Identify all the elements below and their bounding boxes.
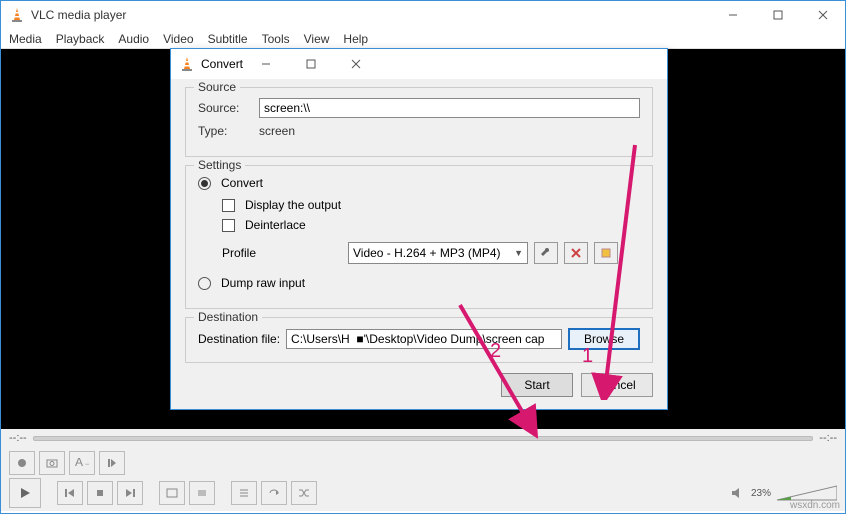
edit-profile-button[interactable] — [534, 242, 558, 264]
record-button[interactable] — [9, 451, 35, 475]
destination-file-input[interactable] — [286, 329, 562, 349]
snapshot-button[interactable] — [39, 451, 65, 475]
playlist-button[interactable] — [231, 481, 257, 505]
seek-track[interactable] — [33, 436, 814, 441]
speaker-icon[interactable] — [731, 486, 745, 500]
vlc-cone-icon — [179, 56, 195, 72]
dialog-titlebar: Convert — [171, 49, 667, 79]
dialog-title: Convert — [201, 57, 243, 71]
source-group-title: Source — [194, 80, 240, 94]
type-label: Type: — [198, 124, 253, 138]
loop-button[interactable] — [261, 481, 287, 505]
dialog-close-button[interactable] — [333, 50, 378, 78]
source-group: Source Source: Type: screen — [185, 87, 653, 157]
maximize-button[interactable] — [755, 1, 800, 29]
destination-group-title: Destination — [194, 310, 262, 324]
start-button[interactable]: Start — [501, 373, 573, 397]
main-window-controls — [710, 1, 845, 29]
dialog-maximize-button[interactable] — [288, 50, 333, 78]
display-output-label: Display the output — [245, 198, 341, 212]
type-value: screen — [259, 124, 295, 138]
time-total: --:-- — [819, 432, 837, 444]
prev-button[interactable] — [57, 481, 83, 505]
watermark: wsxdn.com — [790, 500, 840, 511]
new-profile-button[interactable] — [594, 242, 618, 264]
vlc-cone-icon — [9, 7, 25, 23]
controls: A→B 23% — [1, 447, 845, 511]
settings-group: Settings Convert Display the output Dein… — [185, 165, 653, 309]
volume-percent: 23% — [751, 488, 771, 499]
time-elapsed: --:-- — [9, 432, 27, 444]
delete-icon — [570, 247, 582, 259]
shuffle-button[interactable] — [291, 481, 317, 505]
frame-button[interactable] — [99, 451, 125, 475]
wrench-icon — [540, 247, 552, 259]
ext-settings-button[interactable] — [189, 481, 215, 505]
dump-radio-label: Dump raw input — [221, 276, 305, 290]
menu-audio[interactable]: Audio — [118, 32, 149, 46]
menu-playback[interactable]: Playback — [56, 32, 105, 46]
profile-combo-value: Video - H.264 + MP3 (MP4) — [353, 246, 501, 260]
display-output-checkbox[interactable] — [222, 199, 235, 212]
main-titlebar: VLC media player — [1, 1, 845, 29]
browse-button[interactable]: Browse — [568, 328, 640, 350]
menu-help[interactable]: Help — [343, 32, 368, 46]
source-input[interactable] — [259, 98, 640, 118]
convert-dialog: Convert Source Source: Type: screen Sett… — [170, 48, 668, 410]
cancel-button[interactable]: Cancel — [581, 373, 653, 397]
destination-file-label: Destination file: — [198, 332, 280, 346]
destination-group: Destination Destination file: Browse — [185, 317, 653, 363]
deinterlace-checkbox[interactable] — [222, 219, 235, 232]
convert-radio[interactable] — [198, 177, 211, 190]
svg-text:A→B: A→B — [75, 458, 89, 468]
menu-subtitle[interactable]: Subtitle — [208, 32, 248, 46]
minimize-button[interactable] — [710, 1, 755, 29]
seekbar: --:-- --:-- — [1, 429, 845, 447]
menu-view[interactable]: View — [304, 32, 330, 46]
delete-profile-button[interactable] — [564, 242, 588, 264]
play-button[interactable] — [9, 478, 41, 508]
convert-radio-label: Convert — [221, 176, 263, 190]
menubar: Media Playback Audio Video Subtitle Tool… — [1, 29, 845, 49]
dialog-minimize-button[interactable] — [243, 50, 288, 78]
profile-label: Profile — [222, 246, 342, 260]
settings-group-title: Settings — [194, 158, 245, 172]
new-icon — [600, 247, 612, 259]
menu-tools[interactable]: Tools — [262, 32, 290, 46]
main-title: VLC media player — [31, 8, 710, 22]
chevron-down-icon: ▼ — [514, 248, 523, 258]
profile-combo[interactable]: Video - H.264 + MP3 (MP4) ▼ — [348, 242, 528, 264]
menu-video[interactable]: Video — [163, 32, 193, 46]
next-button[interactable] — [117, 481, 143, 505]
dump-radio[interactable] — [198, 277, 211, 290]
menu-media[interactable]: Media — [9, 32, 42, 46]
fullscreen-button[interactable] — [159, 481, 185, 505]
deinterlace-label: Deinterlace — [245, 218, 306, 232]
close-button[interactable] — [800, 1, 845, 29]
source-label: Source: — [198, 101, 253, 115]
stop-button[interactable] — [87, 481, 113, 505]
atob-button[interactable]: A→B — [69, 451, 95, 475]
